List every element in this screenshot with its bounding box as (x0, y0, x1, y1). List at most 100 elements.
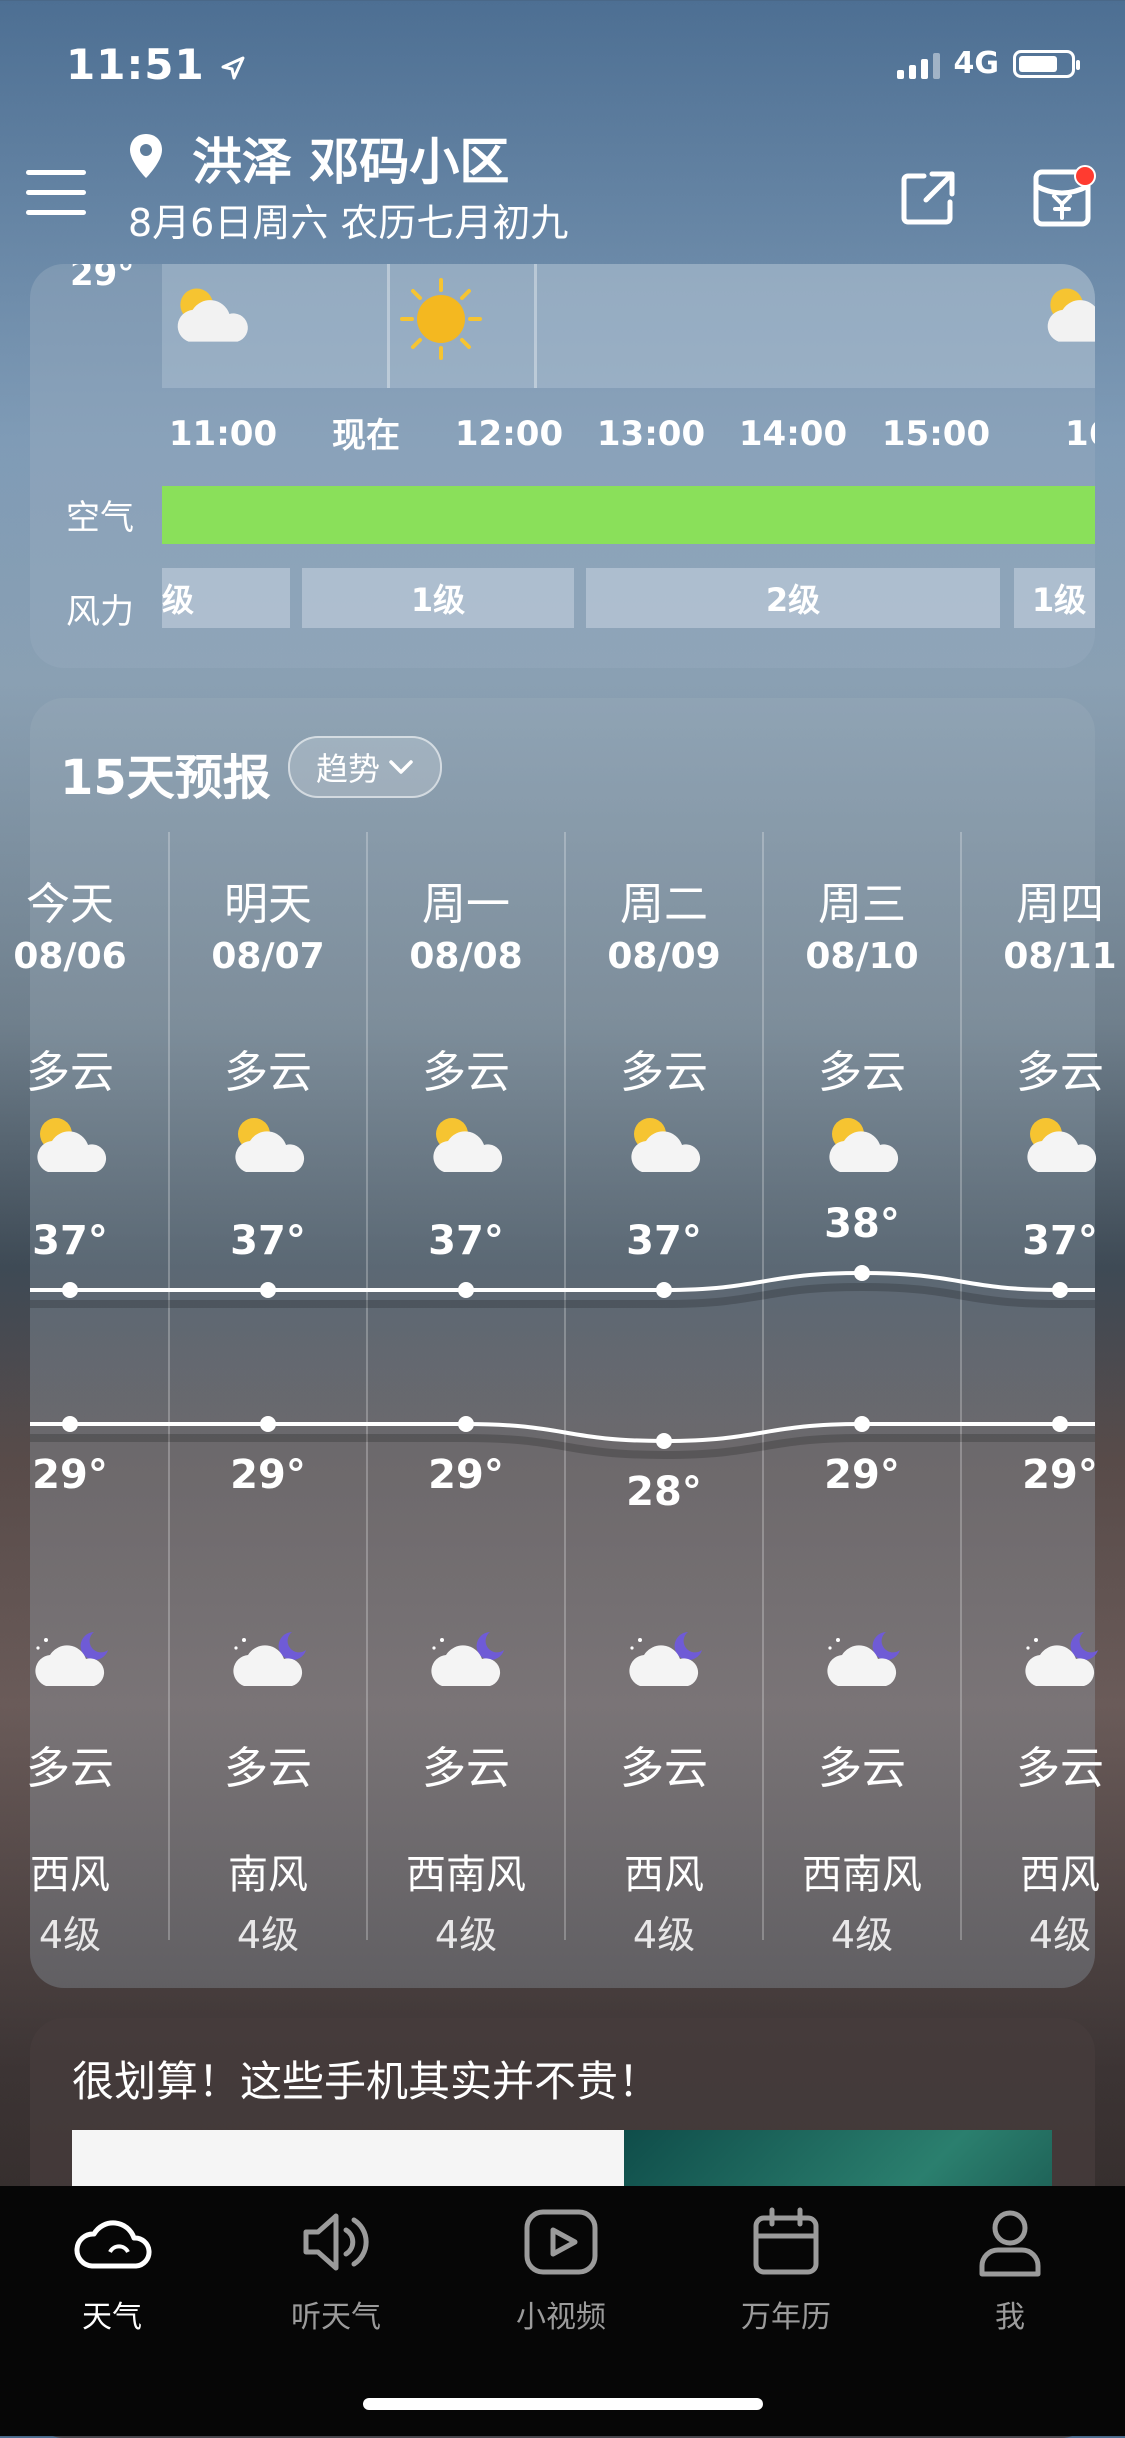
hour-label: 14:00 (738, 414, 848, 454)
tab-weather[interactable]: 天气 (42, 2200, 182, 2336)
cloudy-night-icon (816, 1622, 908, 1692)
hour-label: 11:00 (168, 414, 278, 454)
forecast-wind-level: 4级 (1028, 1913, 1092, 1957)
forecast-weekday: 周四 (1016, 879, 1104, 930)
network-label: 4G (953, 46, 1000, 81)
forecast-high: 37° (428, 1218, 504, 1264)
home-indicator (363, 2398, 763, 2410)
hour-label: 15:00 (881, 414, 991, 454)
trend-button-label: 趋势 (315, 750, 380, 788)
forecast-day-condition: 多云 (26, 1047, 114, 1098)
forecast-wind-direction: 西风 (624, 1852, 704, 1898)
location-pin-icon (130, 134, 162, 178)
status-indicators: 4G (896, 46, 1080, 81)
tab-calendar[interactable]: 万年历 (716, 2200, 856, 2336)
forecast-weekday: 周二 (620, 879, 708, 930)
forecast-wind-level: 4级 (38, 1913, 102, 1957)
cloudy-night-icon (222, 1622, 314, 1692)
forecast-day-condition: 多云 (224, 1047, 312, 1098)
forecast-low: 28° (626, 1469, 702, 1515)
signal-icon (896, 49, 940, 79)
forecast-day-condition: 多云 (1016, 1047, 1104, 1098)
forecast-wind-direction: 西风 (1020, 1852, 1100, 1898)
date-line: 8月6日周六 农历七月初九 (128, 201, 569, 245)
wind-segment: 1级 (1014, 568, 1095, 628)
wind-segment: 2级 (586, 568, 1000, 628)
play-icon (524, 2209, 598, 2275)
forecast-wind-direction: 西南风 (406, 1852, 526, 1898)
forecast-night-condition: 多云 (1016, 1743, 1104, 1794)
battery-icon (1013, 49, 1080, 78)
forecast-night-condition: 多云 (422, 1743, 510, 1794)
hourly-times: 11:00 现在 12:00 13:00 14:00 15:00 16:0 (30, 414, 1095, 464)
partly-cloudy-icon (1047, 288, 1095, 342)
hourly-graph (162, 264, 1095, 388)
forecast-weekday: 明天 (224, 879, 312, 930)
wind-segment: 级 (162, 568, 290, 628)
forecast-wind-direction: 西南风 (802, 1852, 922, 1898)
forecast-date: 08/07 (211, 936, 325, 977)
forecast-date: 08/06 (13, 936, 127, 977)
partly-cloudy-icon (816, 1110, 908, 1180)
hourly-card: 29° 11:00 现在 12:00 13:00 14:00 15:00 16:… (30, 264, 1095, 668)
calendar-icon (753, 2207, 819, 2275)
tab-short-video[interactable]: 小视频 (491, 2200, 631, 2336)
partly-cloudy-icon (618, 1110, 710, 1180)
forecast-weekday: 今天 (26, 879, 114, 930)
ad-headline[interactable]: 很划算！这些手机其实并不贵！ (72, 2048, 660, 2109)
air-quality-bar (162, 486, 1095, 544)
forecast-title: 15天预报 (60, 750, 271, 806)
tab-listen-weather[interactable]: 听天气 (266, 2200, 406, 2336)
column-divider (564, 832, 566, 1940)
column-divider (762, 832, 764, 1940)
forecast-low: 29° (230, 1452, 306, 1498)
forecast-day-condition: 多云 (620, 1047, 708, 1098)
column-divider (960, 832, 962, 1940)
partly-cloudy-icon (420, 1110, 512, 1180)
forecast-high: 37° (230, 1218, 306, 1264)
column-divider (366, 832, 368, 1940)
user-icon (979, 2210, 1041, 2277)
tab-me[interactable]: 我 (940, 2200, 1080, 2336)
forecast-date: 08/08 (409, 936, 523, 977)
forecast-high: 37° (1022, 1218, 1098, 1264)
forecast-low: 29° (428, 1452, 504, 1498)
status-time: 11:51 (66, 40, 246, 89)
forecast-wind-level: 4级 (830, 1913, 894, 1957)
forecast-day-condition: 多云 (818, 1047, 906, 1098)
forecast-low: 29° (32, 1452, 108, 1498)
hour-label-now: 现在 (332, 416, 400, 456)
air-label: 空气 (66, 498, 134, 538)
wind-segment: 1级 (302, 568, 574, 628)
cloudy-night-icon (24, 1622, 116, 1692)
cloudy-night-icon (420, 1622, 512, 1692)
location-title[interactable]: 洪泽 邓码小区 (192, 122, 509, 194)
cloudy-night-icon (618, 1622, 710, 1692)
share-icon[interactable] (896, 166, 960, 230)
forecast-night-condition: 多云 (818, 1743, 906, 1794)
hourly-temp-label: 29° (70, 264, 135, 294)
notification-dot (1074, 165, 1096, 187)
speaker-icon (303, 2213, 369, 2271)
trend-button[interactable]: 趋势 (288, 736, 442, 798)
forecast-wind-level: 4级 (434, 1913, 498, 1957)
partly-cloudy-icon (177, 288, 248, 342)
location-arrow-icon (221, 56, 245, 79)
forecast-day-condition: 多云 (422, 1047, 510, 1098)
cloud-icon (74, 2220, 152, 2269)
forecast-wind-level: 4级 (236, 1913, 300, 1957)
forecast-date: 08/10 (805, 936, 919, 977)
forecast-wind-direction: 西风 (30, 1852, 110, 1898)
forecast-weekday: 周三 (818, 879, 906, 930)
cloudy-night-icon (1014, 1622, 1106, 1692)
forecast-wind-level: 4级 (632, 1913, 696, 1957)
forecast-high: 37° (626, 1218, 702, 1264)
menu-button[interactable] (26, 170, 86, 220)
wind-label: 风力 (66, 592, 134, 632)
forecast-date: 08/11 (1003, 936, 1117, 977)
sun-icon (400, 278, 482, 360)
forecast-card (30, 698, 1095, 1988)
forecast-night-condition: 多云 (620, 1743, 708, 1794)
chevron-down-icon (389, 760, 413, 774)
forecast-low: 29° (1022, 1452, 1098, 1498)
